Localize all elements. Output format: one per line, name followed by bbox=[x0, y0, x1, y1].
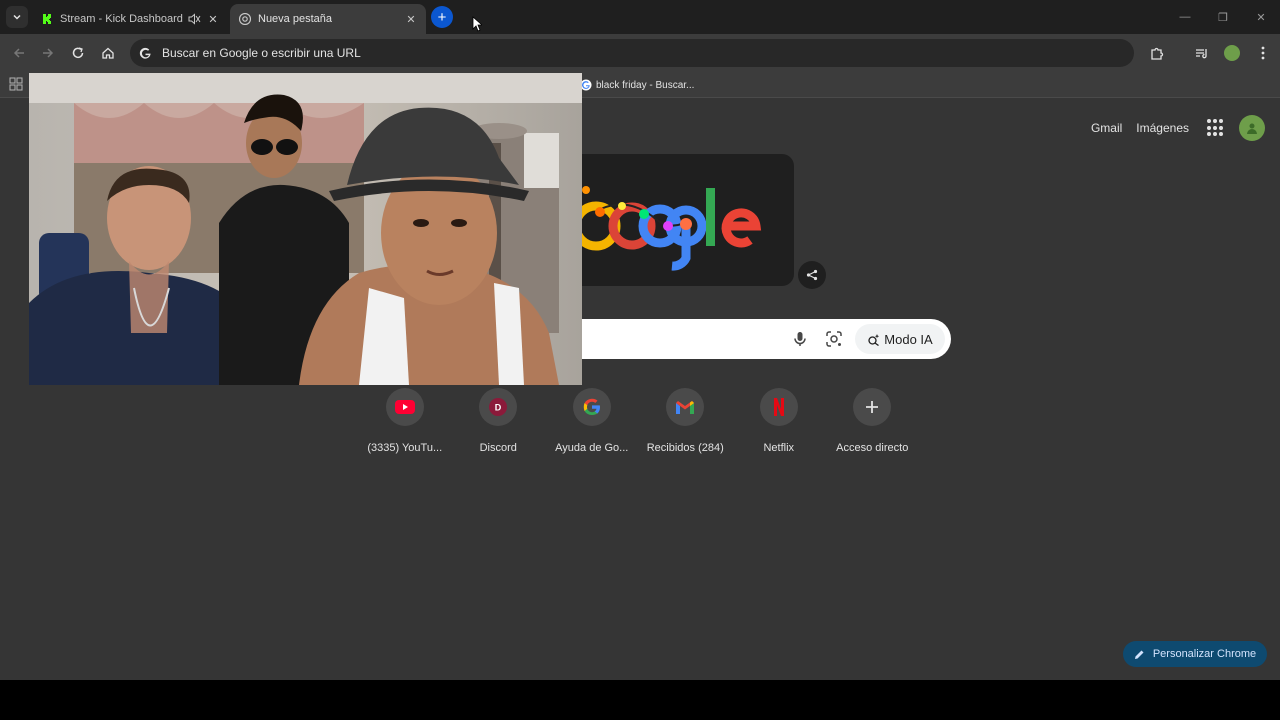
sparkle-search-icon bbox=[868, 333, 880, 346]
images-link[interactable]: Imágenes bbox=[1136, 121, 1189, 135]
google-lens-icon[interactable] bbox=[825, 330, 843, 348]
avatar[interactable] bbox=[1239, 115, 1265, 141]
shortcut-youtube[interactable]: (3335) YouTu... bbox=[358, 388, 452, 454]
window-controls: — ❐ ✕ bbox=[1166, 0, 1280, 34]
google-apps-icon[interactable] bbox=[1207, 119, 1225, 137]
tab-search-button[interactable] bbox=[6, 6, 28, 28]
shortcut-label: Ayuda de Go... bbox=[555, 442, 629, 454]
tab-kick-dashboard[interactable]: Stream - Kick Dashboard ✕ bbox=[32, 4, 228, 34]
bookmark-black-friday[interactable]: black friday - Buscar... bbox=[580, 76, 694, 94]
omnibox[interactable]: Buscar en Google o escribir una URL bbox=[130, 39, 1134, 67]
shortcut-tile bbox=[853, 388, 892, 426]
shortcut-label: (3335) YouTu... bbox=[367, 442, 443, 454]
window-close-icon[interactable]: ✕ bbox=[1242, 0, 1280, 34]
youtube-icon bbox=[394, 400, 415, 414]
plus-icon: + bbox=[437, 8, 447, 26]
customize-label: Personalizar Chrome bbox=[1152, 648, 1257, 660]
extensions-button[interactable] bbox=[1146, 42, 1168, 64]
plus-icon bbox=[866, 401, 879, 413]
shortcut-discord[interactable]: D Discord bbox=[452, 388, 546, 454]
customize-chrome-button[interactable]: Personalizar Chrome bbox=[1123, 641, 1267, 667]
ai-mode-label: Modo IA bbox=[884, 331, 933, 347]
new-tab-button[interactable]: + bbox=[431, 6, 453, 28]
mouse-cursor-icon bbox=[472, 16, 482, 32]
chevron-down-icon bbox=[13, 14, 21, 20]
shortcut-netflix[interactable]: Netflix bbox=[732, 388, 826, 454]
google-g-icon bbox=[138, 46, 152, 60]
shortcut-label: Netflix bbox=[763, 442, 795, 454]
muted-speaker-icon[interactable] bbox=[186, 12, 202, 26]
shortcut-tile bbox=[759, 388, 798, 426]
chrome-menu-button[interactable] bbox=[1252, 42, 1274, 64]
gmail-link[interactable]: Gmail bbox=[1091, 121, 1122, 135]
shortcut-label: Discord bbox=[479, 442, 517, 454]
google-doodle-logo-icon bbox=[582, 186, 762, 271]
tab-title: Stream - Kick Dashboard bbox=[60, 13, 183, 25]
google-icon bbox=[583, 398, 600, 415]
google-doodle[interactable] bbox=[582, 154, 794, 286]
more-vert-icon bbox=[1261, 46, 1265, 60]
media-queue-icon bbox=[1195, 48, 1207, 58]
kick-icon bbox=[40, 12, 54, 26]
minimize-icon[interactable]: — bbox=[1166, 0, 1204, 34]
shortcuts-grid: (3335) YouTu... D Discord Ayuda de Go... bbox=[358, 388, 919, 454]
chrome-icon bbox=[238, 12, 252, 26]
share-doodle-button[interactable] bbox=[798, 261, 826, 289]
discord-icon: D bbox=[489, 398, 508, 416]
shortcut-tile bbox=[666, 388, 705, 426]
back-button[interactable] bbox=[8, 42, 30, 64]
shortcut-tile bbox=[572, 388, 611, 426]
avatar bbox=[1224, 45, 1240, 61]
close-tab-icon[interactable]: ✕ bbox=[206, 12, 220, 26]
tab-title: Nueva pestaña bbox=[258, 13, 332, 25]
bookmark-label: black friday - Buscar... bbox=[596, 79, 695, 91]
arrow-right-icon bbox=[43, 48, 54, 58]
ai-mode-button[interactable]: Modo IA bbox=[855, 324, 945, 354]
tab-nueva-pestana[interactable]: Nueva pestaña ✕ bbox=[230, 4, 426, 34]
shortcut-google-help[interactable]: Ayuda de Go... bbox=[545, 388, 639, 454]
shortcut-tile: D bbox=[479, 388, 518, 426]
arrow-left-icon bbox=[13, 48, 24, 58]
close-tab-icon[interactable]: ✕ bbox=[404, 12, 418, 26]
home-button[interactable] bbox=[97, 42, 119, 64]
reload-icon bbox=[72, 47, 84, 59]
google-search-box[interactable]: Modo IA bbox=[582, 319, 951, 359]
svg-text:D: D bbox=[495, 403, 502, 413]
apps-icon[interactable] bbox=[9, 77, 23, 91]
webcam-video-overlay bbox=[29, 73, 582, 385]
home-icon bbox=[102, 47, 114, 59]
webcam-scene-image bbox=[29, 73, 582, 385]
profile-picture-icon bbox=[1247, 123, 1257, 134]
omnibox-placeholder: Buscar en Google o escribir una URL bbox=[162, 46, 361, 60]
shortcut-label: Acceso directo bbox=[836, 442, 909, 454]
puzzle-icon bbox=[1150, 47, 1163, 60]
shortcut-label: Recibidos (284) bbox=[646, 442, 724, 454]
shortcut-tile bbox=[385, 388, 424, 426]
profile-button[interactable] bbox=[1221, 42, 1243, 64]
shortcut-gmail[interactable]: Recibidos (284) bbox=[639, 388, 733, 454]
netflix-icon bbox=[773, 398, 784, 416]
gmail-icon bbox=[676, 400, 695, 414]
reload-button[interactable] bbox=[67, 42, 89, 64]
forward-button[interactable] bbox=[37, 42, 59, 64]
toolbar: Buscar en Google o escribir una URL bbox=[0, 34, 1280, 72]
media-controls-button[interactable] bbox=[1190, 42, 1212, 64]
pencil-icon bbox=[1134, 650, 1144, 659]
share-icon bbox=[806, 269, 818, 281]
restore-icon[interactable]: ❐ bbox=[1204, 0, 1242, 34]
letterbox-bar bbox=[0, 680, 1280, 720]
tab-strip: Stream - Kick Dashboard ✕ Nueva pestaña … bbox=[0, 0, 1280, 34]
ntp-header: Gmail Imágenes bbox=[1077, 115, 1280, 141]
shortcut-add[interactable]: Acceso directo bbox=[826, 388, 920, 454]
microphone-icon[interactable] bbox=[791, 330, 809, 348]
